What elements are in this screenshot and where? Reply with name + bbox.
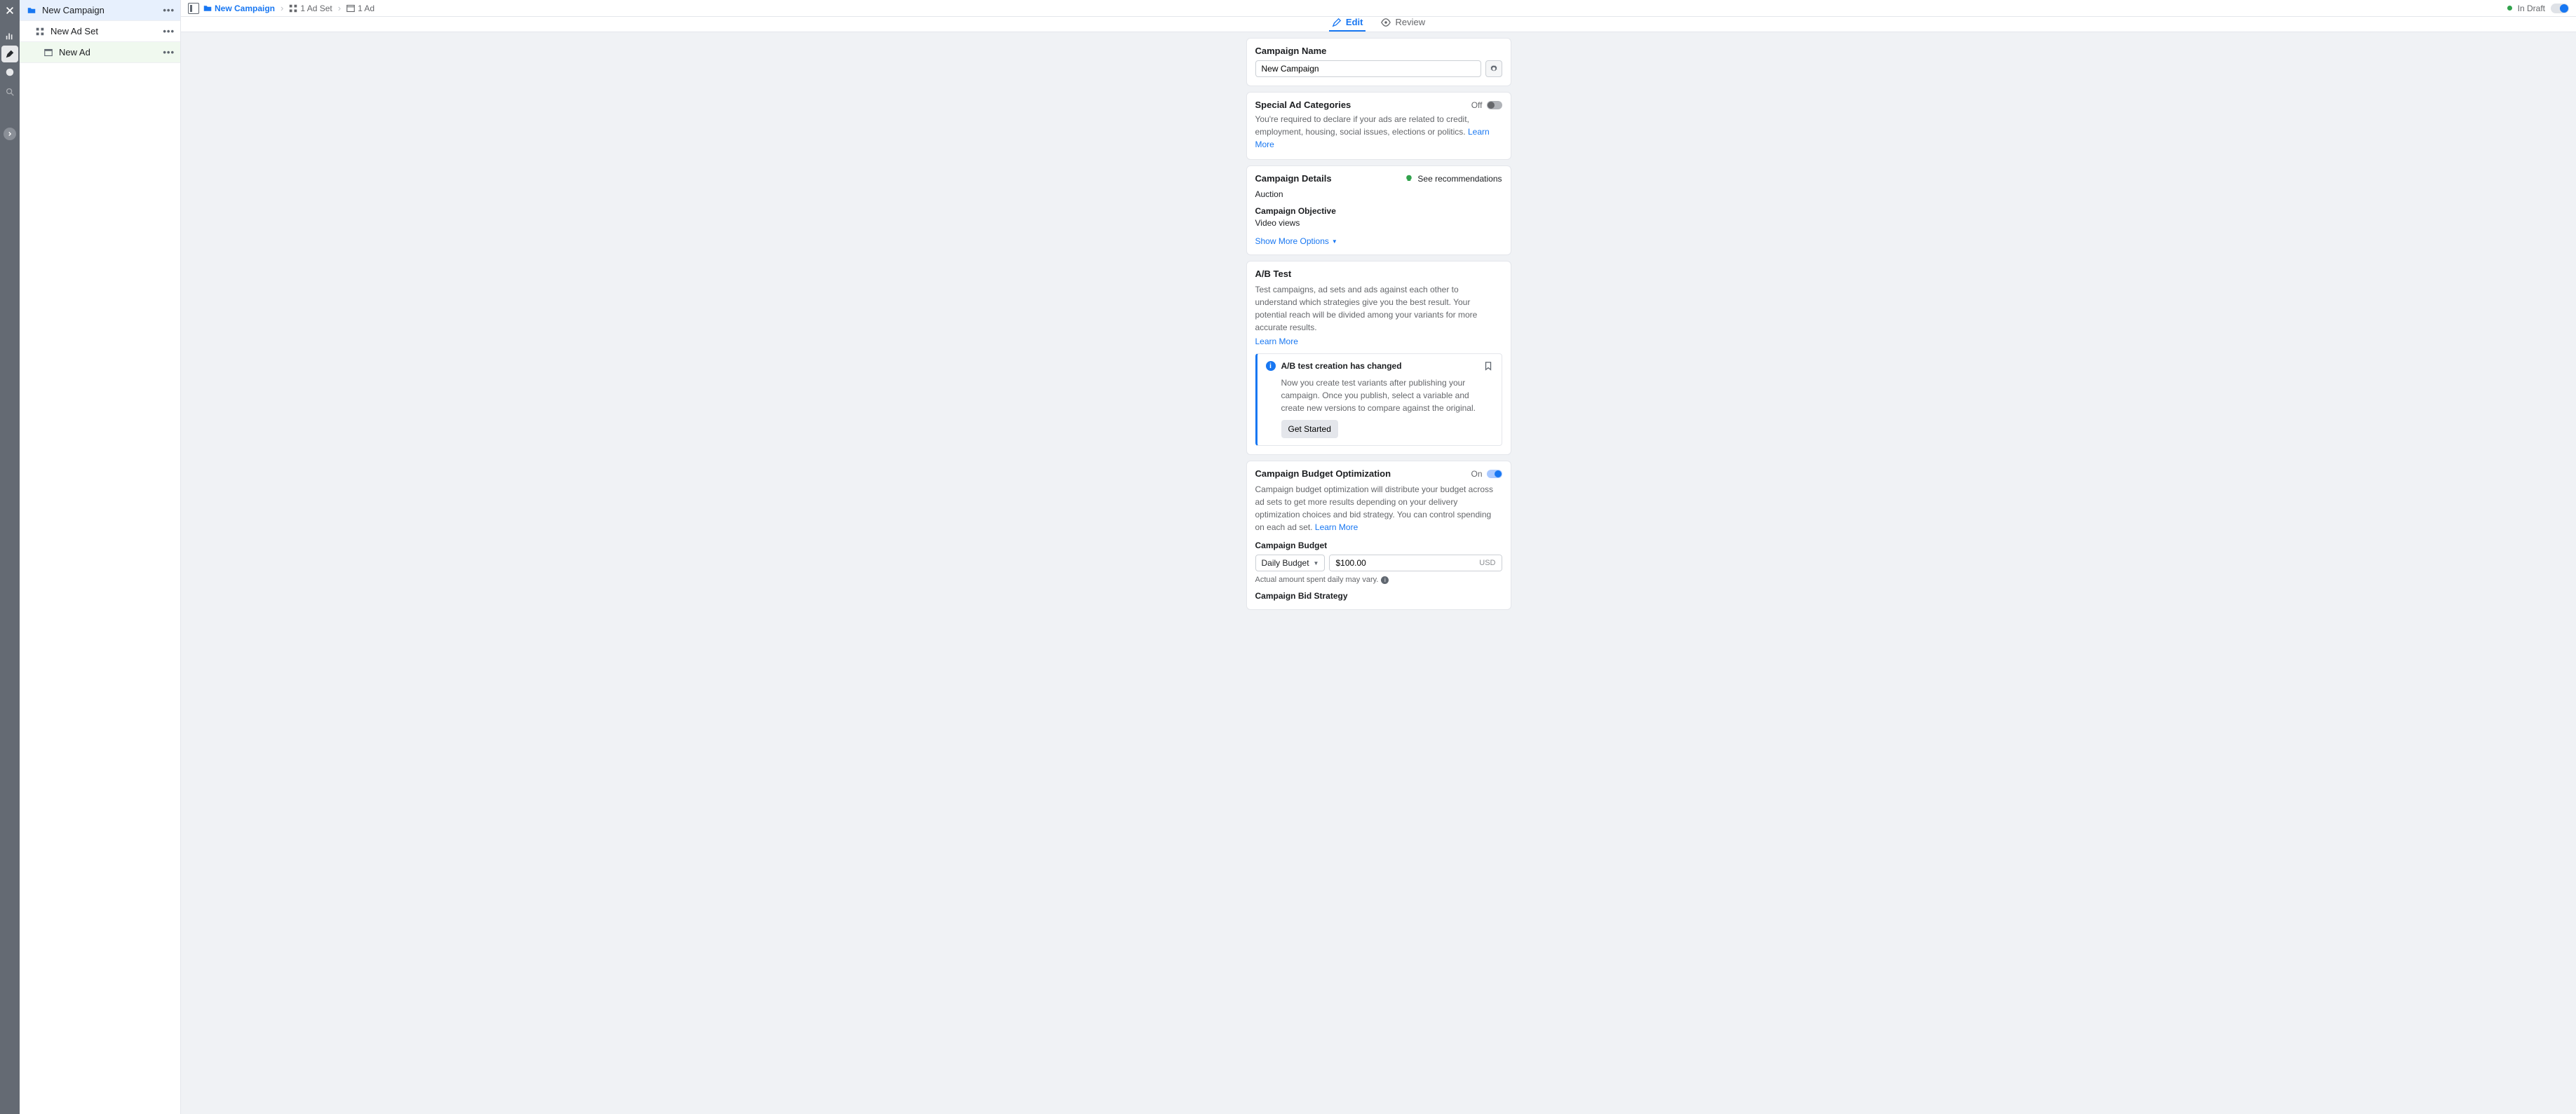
tree-campaign-label: New Campaign [42,5,104,15]
ab-info-body: Now you create test variants after publi… [1281,376,1493,414]
special-ad-title: Special Ad Categories [1255,100,1351,110]
see-recommendations-link[interactable]: See recommendations [1405,174,1502,184]
ad-icon [43,48,53,57]
ab-test-info-box: i A/B test creation has changed Now you … [1255,353,1502,446]
chevron-right-icon: › [338,3,341,13]
campaign-tree-panel: New Campaign ••• New Ad Set ••• New Ad •… [20,0,181,1114]
breadcrumb-adset[interactable]: 1 Ad Set [289,4,332,13]
cbo-card: Campaign Budget Optimization On Campaign… [1246,461,1511,610]
info-icon: i [1266,361,1276,371]
breadcrumb: New Campaign › 1 Ad Set › 1 Ad [203,3,375,13]
special-ad-toggle[interactable] [1487,101,1502,109]
left-icon-rail [0,0,20,1114]
bookmark-icon[interactable] [1483,361,1493,371]
main-column: New Campaign › 1 Ad Set › 1 Ad In Draft [181,0,2576,1114]
budget-amount-wrap: USD [1329,555,1502,571]
folder-icon [27,6,36,15]
objective-label: Campaign Objective [1255,206,1502,216]
status-dot-icon [2507,6,2512,11]
grid-icon [35,27,45,36]
tree-ad-row[interactable]: New Ad ••• [20,42,180,63]
campaign-name-card: Campaign Name [1246,38,1511,86]
special-ad-card: Special Ad Categories Off You're require… [1246,92,1511,160]
get-started-button[interactable]: Get Started [1281,420,1338,438]
budget-amount-input[interactable] [1330,555,1474,571]
tree-adset-row[interactable]: New Ad Set ••• [20,21,180,42]
pencil-icon[interactable] [1,46,18,62]
expand-rail-icon[interactable] [4,128,16,140]
tab-edit[interactable]: Edit [1329,17,1366,32]
close-icon[interactable] [3,4,17,18]
tree-adset-menu[interactable]: ••• [163,26,175,36]
tree-ad-label: New Ad [59,47,90,57]
currency-label: USD [1474,555,1501,571]
cbo-toggle[interactable] [1487,470,1502,478]
campaign-budget-label: Campaign Budget [1255,541,1502,550]
special-ad-desc: You're required to declare if your ads a… [1255,113,1502,151]
draft-toggle[interactable] [2551,4,2569,13]
cbo-state: On [1471,469,1482,479]
campaign-details-title: Campaign Details [1255,173,1332,184]
cbo-desc: Campaign budget optimization will distri… [1255,483,1502,534]
tree-campaign-row[interactable]: New Campaign ••• [20,0,180,21]
campaign-name-title: Campaign Name [1255,46,1502,56]
breadcrumb-campaign[interactable]: New Campaign [203,4,275,13]
caret-down-icon: ▼ [1332,238,1337,245]
cbo-title: Campaign Budget Optimization [1255,468,1391,479]
gear-icon[interactable] [1485,60,1502,77]
objective-value: Video views [1255,218,1502,228]
help-icon[interactable]: i [1381,576,1389,584]
ab-test-title: A/B Test [1255,269,1502,279]
chart-icon[interactable] [3,26,17,46]
tree-adset-label: New Ad Set [50,26,98,36]
ab-test-card: A/B Test Test campaigns, ad sets and ads… [1246,261,1511,455]
tab-review[interactable]: Review [1378,17,1428,32]
clock-icon[interactable] [3,62,17,82]
chevron-right-icon: › [281,3,283,13]
campaign-details-card: Campaign Details See recommendations Auc… [1246,165,1511,255]
breadcrumb-ad[interactable]: 1 Ad [346,4,375,13]
ab-test-desc: Test campaigns, ad sets and ads against … [1255,283,1502,334]
bid-strategy-label: Campaign Bid Strategy [1255,591,1502,601]
campaign-name-input[interactable] [1255,60,1481,77]
caret-down-icon: ▼ [1314,560,1319,566]
ab-info-title: A/B test creation has changed [1281,361,1478,371]
lightbulb-icon [1405,175,1413,183]
search-icon[interactable] [3,82,17,102]
status-text: In Draft [2518,4,2545,13]
show-more-options-link[interactable]: Show More Options▼ [1255,236,1502,246]
cbo-learn-more-link[interactable]: Learn More [1315,522,1358,532]
ab-test-learn-more-link[interactable]: Learn More [1255,337,1502,346]
tabs: Edit Review [181,17,2576,32]
budget-type-select[interactable]: Daily Budget ▼ [1255,555,1326,571]
tree-ad-menu[interactable]: ••• [163,47,175,57]
special-ad-state: Off [1471,100,1483,110]
top-bar: New Campaign › 1 Ad Set › 1 Ad In Draft [181,0,2576,17]
buying-type-value: Auction [1255,189,1502,199]
panel-toggle-icon[interactable] [188,3,199,14]
budget-hint: Actual amount spent daily may vary. i [1255,576,1502,584]
tree-campaign-menu[interactable]: ••• [163,5,175,15]
